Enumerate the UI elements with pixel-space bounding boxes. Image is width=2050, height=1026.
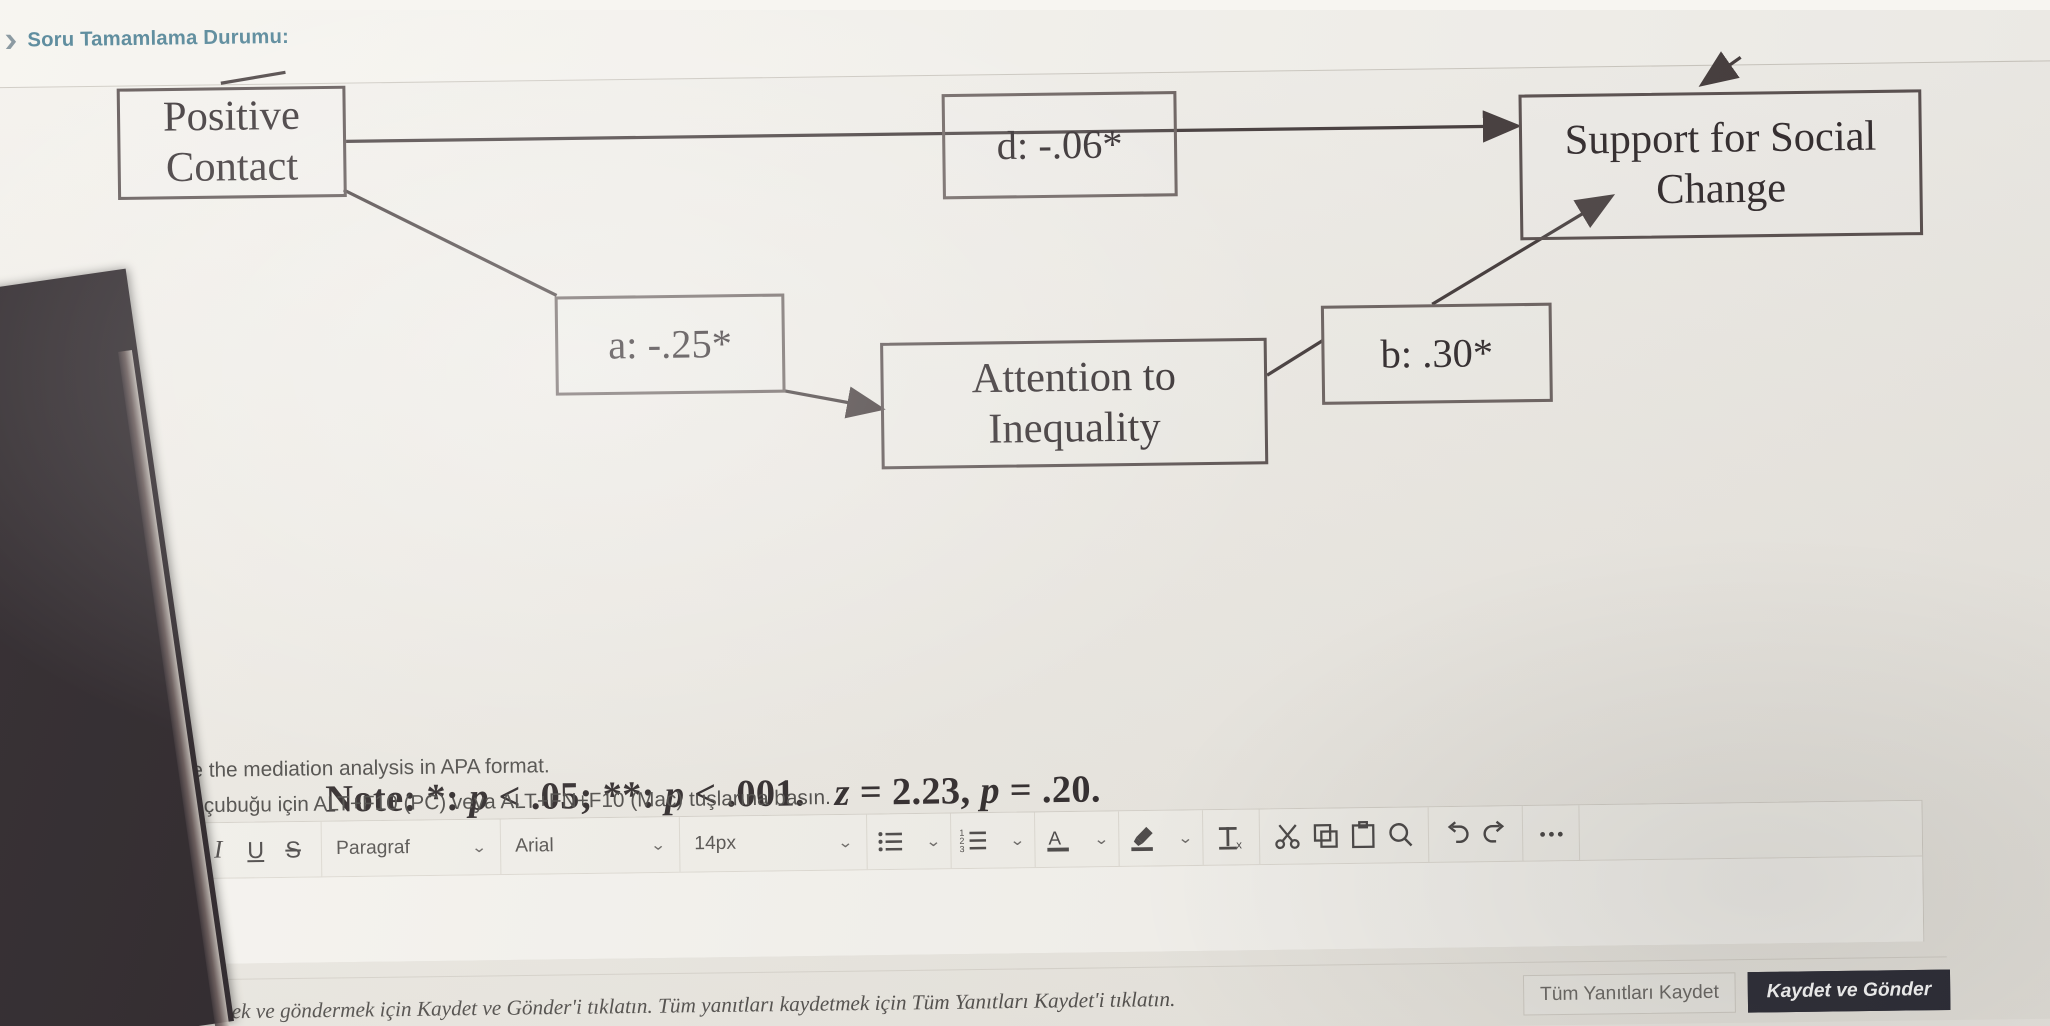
node-label-line2: Change bbox=[1655, 165, 1787, 214]
highlight-dropdown[interactable]: ⌄ bbox=[1160, 810, 1198, 865]
paragraph-format-value: Paragraf bbox=[335, 836, 410, 860]
svg-text:A: A bbox=[1048, 828, 1061, 849]
strikethrough-button[interactable]: S bbox=[274, 822, 312, 877]
highlight-group: ⌄ bbox=[1118, 810, 1204, 866]
cut-button[interactable] bbox=[1269, 809, 1307, 864]
chevron-down-icon: ⌄ bbox=[925, 832, 942, 851]
bullet-list-button[interactable] bbox=[871, 814, 909, 869]
chevron-down-icon: ⌄ bbox=[1177, 829, 1194, 848]
rich-text-editor[interactable]: B I U S Paragraf ⌄ Arial ⌄ 14px ⌄ bbox=[151, 799, 1925, 965]
path-label-d-text: d: -.06* bbox=[996, 121, 1123, 169]
path-label-b-text: b: .30* bbox=[1380, 330, 1494, 378]
scissors-cut-icon bbox=[1274, 824, 1300, 850]
numbered-list-dropdown[interactable]: ⌄ bbox=[992, 813, 1030, 868]
text-color-dropdown[interactable]: ⌄ bbox=[1076, 811, 1114, 866]
note-p-value: = .20. bbox=[1009, 768, 1102, 812]
save-all-answers-button[interactable]: Tüm Yanıtları Kaydet bbox=[1522, 972, 1736, 1016]
more-ellipsis-icon bbox=[1539, 831, 1563, 837]
question-status-label: Soru Tamamlama Durumu: bbox=[27, 25, 290, 52]
chevron-down-icon: ⌄ bbox=[471, 838, 488, 857]
history-group bbox=[1428, 806, 1524, 862]
save-and-submit-button[interactable]: Kaydet ve Gönder bbox=[1747, 969, 1951, 1013]
node-support-for-social-change: Support for Social Change bbox=[1518, 89, 1924, 241]
clear-format-group: x bbox=[1202, 809, 1261, 865]
highlighter-pen-icon bbox=[1130, 826, 1153, 852]
path-label-a: a: -.25* bbox=[554, 293, 786, 396]
bullet-list-dropdown[interactable]: ⌄ bbox=[909, 814, 947, 869]
paragraph-format-select[interactable]: Paragraf ⌄ bbox=[321, 819, 502, 877]
node-attention-to-inequality: Attention to Inequality bbox=[880, 337, 1269, 470]
node-label-line2: Contact bbox=[165, 142, 299, 192]
text-color-button[interactable]: A bbox=[1039, 812, 1077, 867]
svg-text:x: x bbox=[1236, 839, 1242, 851]
clipboard-group bbox=[1259, 807, 1430, 865]
mediation-diagram: Positive Contact Attention to Inequality… bbox=[0, 51, 2050, 821]
copy-button[interactable] bbox=[1306, 808, 1344, 863]
highlight-button[interactable] bbox=[1123, 811, 1161, 866]
note-p-symbol: p bbox=[980, 769, 1001, 813]
clear-formatting-button[interactable]: x bbox=[1212, 810, 1250, 865]
numbered-list-group: 1 2 3 ⌄ bbox=[951, 812, 1036, 869]
edge-a-seg1 bbox=[342, 188, 558, 297]
clear-formatting-Tx-icon: x bbox=[1218, 827, 1242, 852]
clipboard-paste-icon bbox=[1351, 820, 1375, 849]
double-chevron-down-icon[interactable]: ❯ bbox=[4, 33, 19, 49]
chevron-down-icon: ⌄ bbox=[650, 836, 667, 854]
node-label-line1: Attention to bbox=[971, 353, 1177, 403]
font-size-select[interactable]: 14px ⌄ bbox=[679, 814, 868, 872]
path-label-a-text: a: -.25* bbox=[607, 320, 733, 369]
bullet-list-group: ⌄ bbox=[867, 813, 952, 870]
more-options-button[interactable] bbox=[1532, 805, 1570, 860]
edge-direct-d bbox=[346, 110, 1522, 143]
redo-button[interactable] bbox=[1475, 806, 1513, 861]
edge-a-seg2 bbox=[783, 386, 886, 419]
text-color-group: A ⌄ bbox=[1034, 811, 1120, 868]
numbered-list-icon: 1 2 3 bbox=[959, 828, 986, 854]
chevron-down-icon: ⌄ bbox=[1093, 830, 1110, 849]
undo-button[interactable] bbox=[1438, 807, 1476, 862]
search-magnifier-icon bbox=[1388, 823, 1412, 847]
font-size-value: 14px bbox=[694, 832, 737, 855]
underline-button[interactable]: U bbox=[237, 822, 275, 877]
edge-b-seg1 bbox=[1266, 338, 1325, 377]
tilted-screen-content: ❯ Soru Tamamlama Durumu: Positive Contac… bbox=[0, 0, 2050, 1026]
chevron-down-icon: ⌄ bbox=[1009, 831, 1026, 850]
node-positive-contact: Positive Contact bbox=[116, 85, 347, 200]
redo-arrow-icon bbox=[1482, 820, 1504, 843]
node-label-line2: Inequality bbox=[988, 403, 1161, 453]
numbered-list-button[interactable]: 1 2 3 bbox=[955, 813, 993, 868]
chevron-down-icon: ⌄ bbox=[837, 834, 854, 852]
bullet-list-icon bbox=[877, 832, 902, 852]
find-button[interactable] bbox=[1381, 807, 1419, 862]
path-label-b: b: .30* bbox=[1320, 302, 1553, 405]
question-prompt: Write the mediation analysis in APA form… bbox=[154, 754, 550, 783]
paste-button[interactable] bbox=[1344, 808, 1382, 863]
question-status-group[interactable]: ❯ Soru Tamamlama Durumu: bbox=[4, 26, 290, 53]
font-family-select[interactable]: Arial ⌄ bbox=[500, 817, 681, 875]
screen-photo-surface: ❯ Soru Tamamlama Durumu: Positive Contac… bbox=[0, 0, 2050, 1026]
node-label-line1: Support for Social bbox=[1564, 113, 1877, 165]
text-color-A-icon: A bbox=[1046, 828, 1069, 852]
svg-text:3: 3 bbox=[959, 844, 964, 854]
node-label-line1: Positive bbox=[162, 92, 301, 142]
note-z-symbol: z bbox=[834, 771, 851, 815]
copy-icon bbox=[1313, 824, 1338, 848]
path-label-d: d: -.06* bbox=[941, 91, 1178, 200]
font-family-value: Arial bbox=[515, 834, 554, 857]
note-z-value: = 2.23, bbox=[859, 769, 971, 814]
undo-arrow-icon bbox=[1447, 821, 1469, 844]
overflow-group bbox=[1522, 805, 1581, 861]
